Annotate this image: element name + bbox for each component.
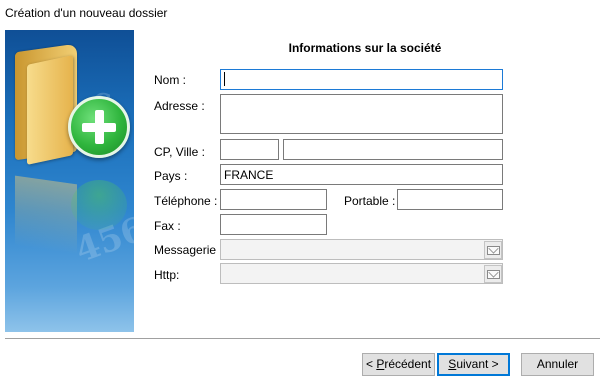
nom-field[interactable] — [220, 69, 503, 90]
precedent-prefix: < — [365, 357, 377, 371]
telephone-field[interactable] — [220, 189, 327, 210]
folder-reflection — [15, 175, 77, 255]
cp-ville-label: CP, Ville : — [154, 145, 205, 159]
adresse-label: Adresse : — [154, 99, 205, 113]
annuler-button[interactable]: Annuler — [521, 353, 594, 376]
plus-icon — [68, 96, 130, 158]
precedent-button[interactable]: < Précédent — [362, 353, 435, 376]
suivant-button[interactable]: Suivant > — [437, 353, 510, 376]
link-icon — [487, 270, 500, 279]
pays-field[interactable]: FRANCE — [220, 164, 503, 185]
form-title: Informations sur la société — [288, 41, 442, 55]
window-title: Création d'un nouveau dossier — [5, 6, 168, 20]
fax-field[interactable] — [220, 214, 327, 235]
mail-icon — [487, 246, 500, 255]
http-field[interactable] — [220, 263, 503, 284]
adresse-field[interactable] — [220, 94, 503, 134]
portable-field[interactable] — [397, 189, 503, 210]
portable-label: Portable : — [344, 194, 396, 208]
pays-label: Pays : — [154, 169, 188, 183]
wizard-banner: € 456 — [5, 30, 134, 332]
nom-label: Nom : — [154, 73, 187, 87]
text-caret — [224, 72, 225, 86]
cp-field[interactable] — [220, 139, 279, 160]
messagerie-label: Messagerie : — [154, 243, 223, 257]
http-label: Http: — [154, 268, 180, 282]
footer-separator — [5, 338, 600, 340]
folder-icon-front — [27, 55, 73, 165]
open-link-button[interactable] — [484, 265, 502, 283]
send-mail-button[interactable] — [484, 241, 502, 259]
fax-label: Fax : — [154, 219, 181, 233]
suivant-suffix: > — [488, 357, 499, 371]
ville-field[interactable] — [283, 139, 503, 160]
messagerie-field[interactable] — [220, 239, 503, 260]
telephone-label: Téléphone : — [154, 194, 218, 208]
suivant-label: uivant — [456, 357, 489, 371]
precedent-label: récédent — [384, 357, 432, 371]
plus-reflection — [71, 180, 127, 230]
